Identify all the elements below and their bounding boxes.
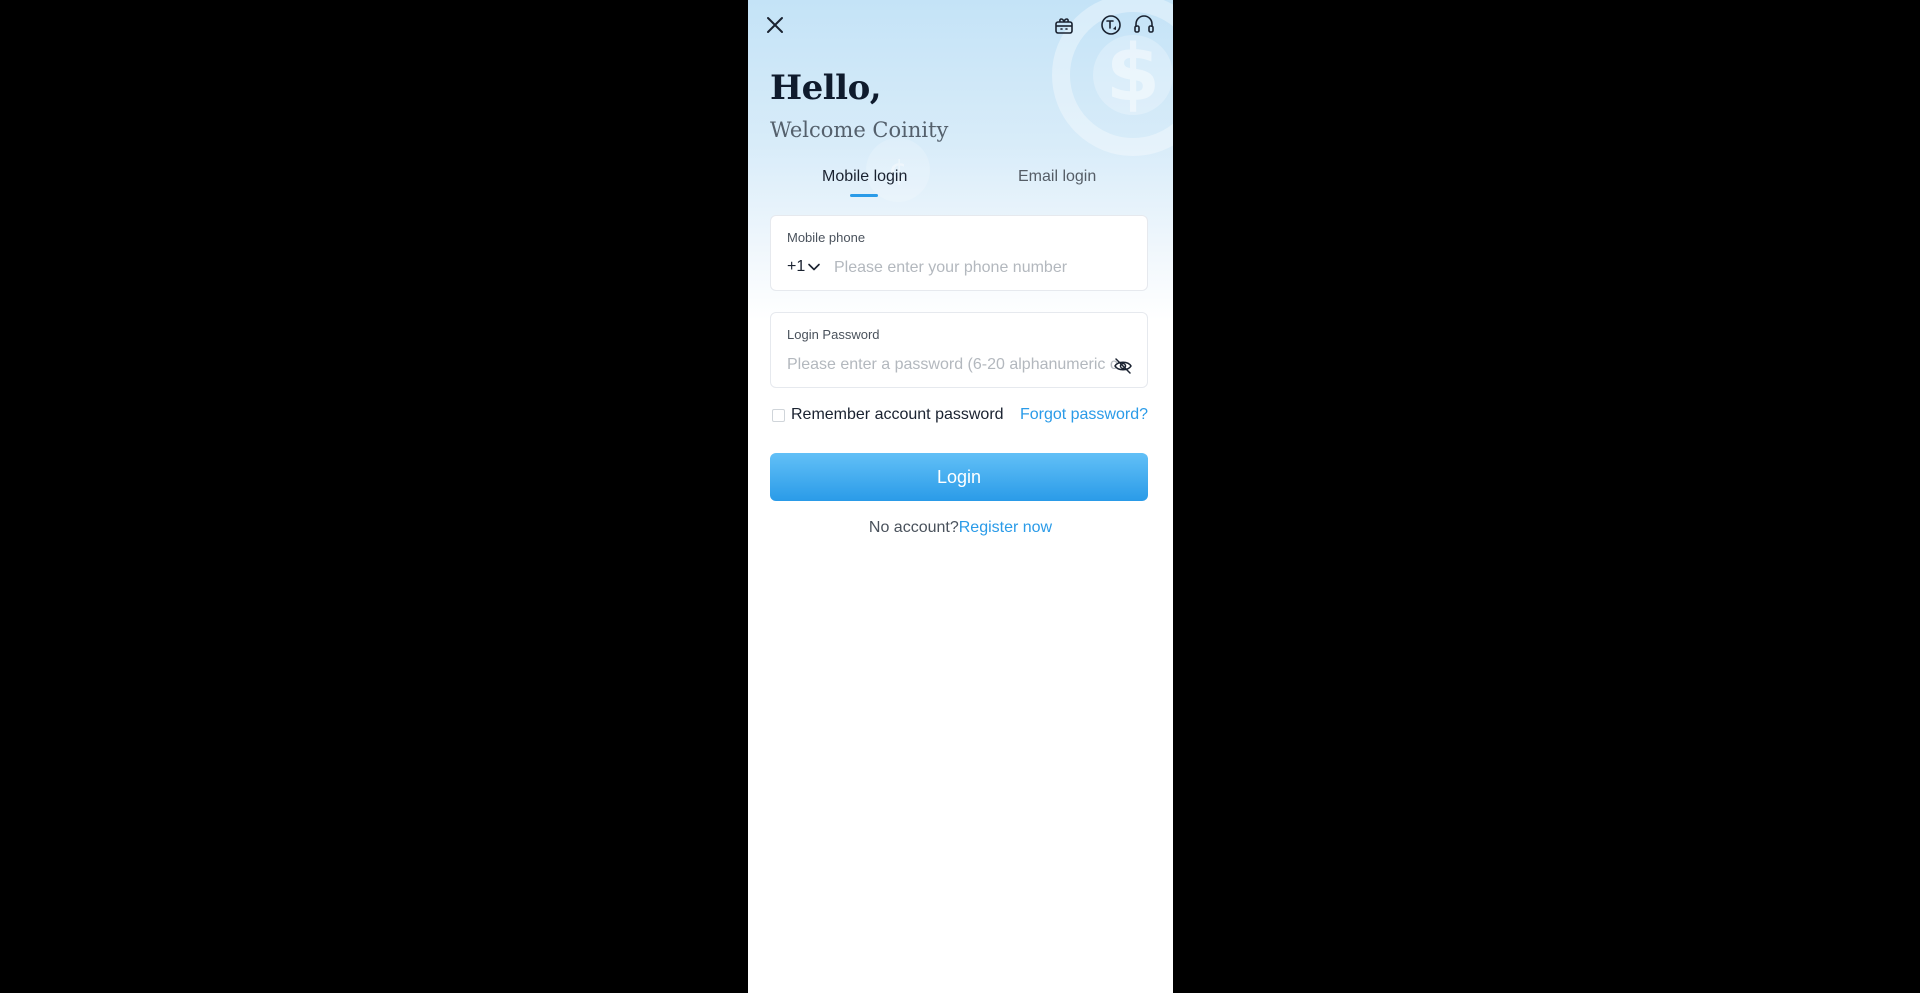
active-tab-indicator (850, 194, 878, 197)
svg-text:$: $ (1106, 29, 1160, 119)
remember-row: Remember account password Forgot passwor… (770, 405, 1148, 427)
no-account-text: No account? (868, 519, 959, 536)
phone-field: Mobile phone +1 (770, 215, 1148, 291)
chevron-down-icon (808, 263, 821, 271)
phone-field-label: Mobile phone (787, 230, 866, 245)
password-field-label: Login Password (787, 327, 880, 342)
country-code-value: +1 (787, 258, 806, 275)
greeting-title: Hello, (770, 68, 882, 108)
eye-off-icon[interactable] (1113, 356, 1133, 376)
register-row: No account?Register now (748, 519, 1173, 537)
exchange-icon[interactable] (1099, 13, 1123, 37)
remember-label[interactable]: Remember account password (791, 406, 1004, 424)
welcome-subtitle: Welcome Coinity (770, 118, 949, 142)
tab-mobile-login[interactable]: Mobile login (822, 168, 907, 186)
close-icon[interactable] (763, 13, 787, 37)
password-input[interactable] (787, 354, 1117, 376)
forgot-password-link[interactable]: Forgot password? (1020, 406, 1148, 424)
country-code-selector[interactable]: +1 (787, 258, 821, 276)
headset-icon[interactable] (1132, 13, 1156, 37)
tab-email-login[interactable]: Email login (1018, 168, 1096, 186)
login-tabs: Mobile login Email login (770, 168, 1150, 200)
login-button[interactable]: Login (770, 453, 1148, 501)
register-now-link[interactable]: Register now (959, 519, 1052, 536)
gift-icon[interactable] (1052, 13, 1076, 37)
phone-input[interactable] (834, 257, 1134, 279)
remember-checkbox[interactable] (772, 409, 785, 422)
password-field: Login Password (770, 312, 1148, 388)
login-screen: $ ¢ Hello, Welcome Coinity Mobile login … (748, 0, 1173, 993)
